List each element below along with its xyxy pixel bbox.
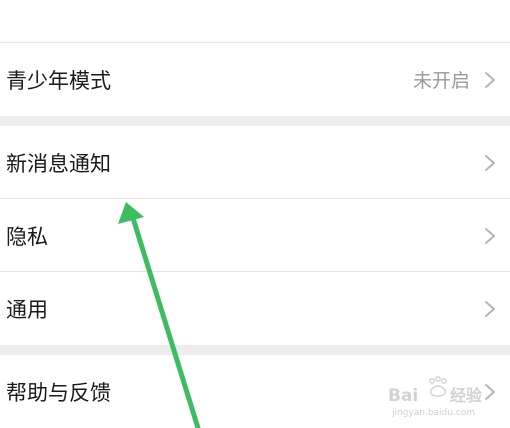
settings-group-main: 新消息通知 隐私 通用 bbox=[0, 126, 510, 345]
general-label: 通用 bbox=[6, 297, 48, 322]
new-message-notifications-label: 新消息通知 bbox=[6, 151, 111, 176]
youth-mode-label: 青少年模式 bbox=[6, 68, 111, 93]
youth-mode-row[interactable]: 青少年模式 未开启 bbox=[0, 43, 510, 116]
svg-text:经验: 经验 bbox=[450, 386, 483, 405]
svg-text:Bai: Bai bbox=[388, 386, 418, 406]
new-message-notifications-row[interactable]: 新消息通知 bbox=[0, 126, 510, 199]
settings-row-top[interactable] bbox=[0, 0, 510, 43]
svg-text:jingyan.baidu.com: jingyan.baidu.com bbox=[391, 408, 475, 418]
youth-mode-status: 未开启 bbox=[412, 70, 470, 92]
privacy-row[interactable]: 隐私 bbox=[0, 199, 510, 272]
settings-page: 青少年模式 未开启 新消息通知 隐私 通用 帮助与反馈 Bai 经验 jingy… bbox=[0, 0, 510, 428]
chevron-right-icon bbox=[485, 227, 495, 244]
chevron-right-icon bbox=[485, 71, 495, 88]
general-row[interactable]: 通用 bbox=[0, 272, 510, 345]
baidu-jingyan-watermark-logo: Bai 经验 jingyan.baidu.com bbox=[388, 376, 483, 418]
settings-group-youth: 青少年模式 未开启 bbox=[0, 43, 510, 116]
chevron-right-icon bbox=[485, 154, 495, 171]
settings-group-top bbox=[0, 0, 510, 43]
chevron-right-icon bbox=[485, 300, 495, 317]
privacy-label: 隐私 bbox=[6, 224, 48, 249]
